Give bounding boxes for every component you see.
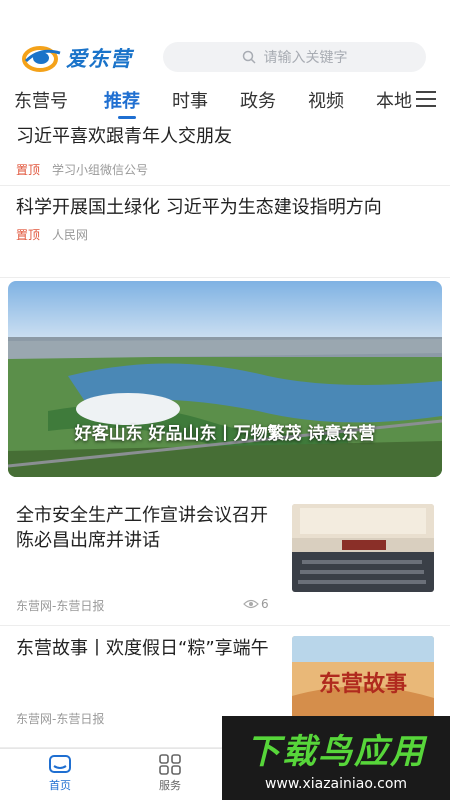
news-thumbnail xyxy=(292,504,434,592)
tab-recommend[interactable]: 推荐 xyxy=(104,87,156,119)
home-icon xyxy=(49,755,71,773)
news-title: 东营故事丨欢度假日“粽”享端午 xyxy=(16,638,269,659)
news-title: 全市安全生产工作宣讲会议召开 陈必昌出席并讲话 xyxy=(16,505,268,551)
search-input[interactable]: 请输入关键字 xyxy=(163,42,426,72)
nav-home[interactable]: 首页 xyxy=(30,753,90,793)
banner-image xyxy=(8,281,442,477)
logo-icon xyxy=(22,43,64,73)
tab-current-affairs[interactable]: 时事 xyxy=(172,87,224,113)
tab-government[interactable]: 政务 xyxy=(240,87,292,113)
news-thumbnail: 东营故事 xyxy=(292,636,434,724)
eye-icon xyxy=(243,599,259,609)
nav-services-label: 服务 xyxy=(159,779,181,792)
tab-video[interactable]: 视频 xyxy=(308,87,360,113)
news-source: 东营网-东营日报 xyxy=(16,712,105,726)
search-placeholder: 请输入关键字 xyxy=(263,50,348,66)
list-item[interactable]: 全市安全生产工作宣讲会议召开 陈必昌出席并讲话 东营网-东营日报 6 xyxy=(0,490,450,626)
list-item[interactable]: 习近平喜欢跟青年人交朋友 置顶 学习小组微信公号 xyxy=(0,118,450,186)
grid-icon xyxy=(159,754,181,775)
pinned-badge: 置顶 xyxy=(16,227,41,242)
banner-caption: 好客山东 好品山东丨万物繁茂 诗意东营 xyxy=(74,424,376,444)
news-source: 人民网 xyxy=(52,227,89,242)
view-count: 6 xyxy=(243,597,269,611)
app-header: 爱东营 请输入关键字 xyxy=(0,0,450,80)
news-title: 科学开展国土绿化 习近平为生态建设指明方向 xyxy=(16,197,382,218)
app-logo[interactable]: 爱东营 xyxy=(22,43,132,73)
news-source: 东营网-东营日报 xyxy=(16,599,105,613)
watermark: 下载鸟应用 www.xiazainiao.com xyxy=(222,716,450,800)
search-icon xyxy=(242,50,256,64)
nav-services[interactable]: 服务 xyxy=(140,753,200,793)
menu-icon[interactable] xyxy=(416,91,436,107)
list-item[interactable]: 科学开展国土绿化 习近平为生态建设指明方向 置顶 人民网 xyxy=(0,186,450,278)
news-source: 学习小组微信公号 xyxy=(52,162,149,177)
logo-text: 爱东营 xyxy=(66,47,132,71)
nav-home-label: 首页 xyxy=(49,779,71,792)
pinned-badge: 置顶 xyxy=(16,162,41,177)
watermark-title: 下载鸟应用 xyxy=(246,732,426,772)
watermark-url: www.xiazainiao.com xyxy=(264,776,408,792)
view-count-value: 6 xyxy=(261,597,269,611)
tab-dongyinghao[interactable]: 东营号 xyxy=(14,87,88,113)
channel-tabs: 东营号 推荐 时事 政务 视频 本地 xyxy=(0,82,450,119)
news-feed: 习近平喜欢跟青年人交朋友 置顶 学习小组微信公号 科学开展国土绿化 习近平为生态… xyxy=(0,118,450,278)
news-title: 习近平喜欢跟青年人交朋友 xyxy=(16,126,232,147)
thumbnail-text: 东营故事 xyxy=(318,671,407,697)
banner-carousel[interactable]: 好客山东 好品山东丨万物繁茂 诗意东营 xyxy=(8,281,442,477)
